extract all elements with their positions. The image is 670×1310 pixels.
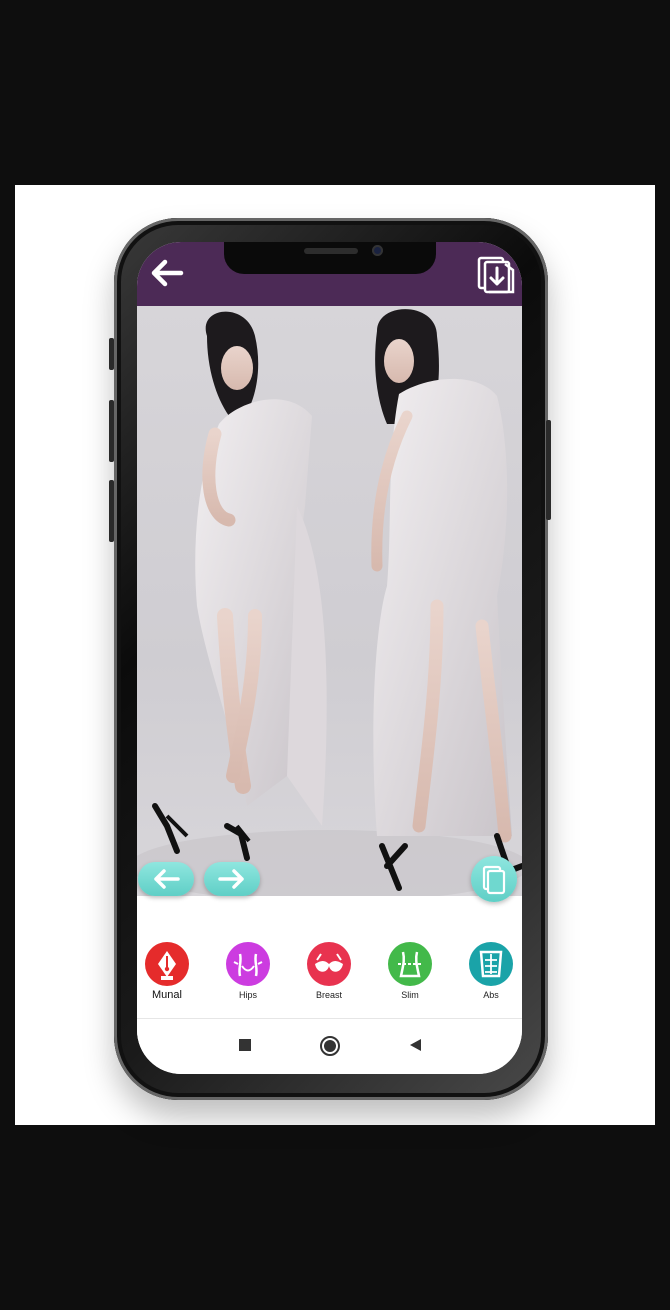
editing-tools-bar: Munal Hips Breast Slim Abs bbox=[137, 942, 522, 1008]
circle-icon bbox=[320, 1036, 340, 1056]
home-button[interactable] bbox=[319, 1035, 341, 1062]
front-camera bbox=[372, 245, 383, 256]
tool-label: Abs bbox=[483, 990, 499, 1000]
tool-icon-circle bbox=[469, 942, 513, 986]
phone-notch bbox=[224, 242, 436, 274]
photo-illustration bbox=[137, 309, 522, 896]
pen-nib-icon bbox=[158, 951, 176, 980]
download-gallery-icon bbox=[477, 256, 515, 294]
back-button[interactable] bbox=[147, 256, 185, 290]
tool-breast[interactable]: Breast bbox=[299, 942, 359, 1008]
phone-screen: Munal Hips Breast Slim Abs bbox=[137, 242, 522, 1074]
arrow-left-icon bbox=[154, 869, 180, 889]
android-back-button[interactable] bbox=[407, 1037, 423, 1058]
volume-up-button bbox=[109, 400, 114, 462]
volume-down-button bbox=[109, 480, 114, 542]
tool-icon-circle bbox=[388, 942, 432, 986]
hips-icon bbox=[233, 953, 263, 977]
tool-label: Munal bbox=[152, 989, 182, 1001]
tool-slim[interactable]: Slim bbox=[380, 942, 440, 1008]
tool-munal[interactable]: Munal bbox=[137, 942, 197, 1008]
waist-icon bbox=[398, 951, 422, 978]
tool-icon-circle bbox=[145, 942, 189, 986]
square-icon bbox=[239, 1039, 251, 1051]
bra-icon bbox=[315, 953, 343, 972]
power-button bbox=[546, 420, 551, 520]
next-photo-button[interactable] bbox=[204, 862, 260, 896]
tool-abs[interactable]: Abs bbox=[461, 942, 521, 1008]
mute-switch bbox=[109, 338, 114, 370]
triangle-left-icon bbox=[410, 1039, 421, 1051]
system-navigation-bar bbox=[137, 1018, 522, 1074]
tool-label: Hips bbox=[238, 990, 257, 1000]
tool-hips[interactable]: Hips bbox=[218, 942, 278, 1008]
recents-button[interactable] bbox=[237, 1037, 253, 1058]
copy-pages-icon bbox=[482, 865, 506, 895]
save-button[interactable] bbox=[475, 254, 517, 294]
torso-icon bbox=[479, 950, 503, 978]
tool-label: Slim bbox=[401, 990, 419, 1000]
arrow-right-icon bbox=[218, 869, 244, 889]
arrow-left-icon bbox=[151, 259, 184, 287]
tool-icon-circle bbox=[226, 942, 270, 986]
copy-photo-button[interactable] bbox=[471, 856, 517, 902]
photo-preview bbox=[137, 306, 522, 896]
earpiece-speaker bbox=[304, 248, 358, 254]
tool-icon-circle bbox=[307, 942, 351, 986]
previous-photo-button[interactable] bbox=[138, 862, 194, 896]
tool-label: Breast bbox=[315, 990, 342, 1000]
